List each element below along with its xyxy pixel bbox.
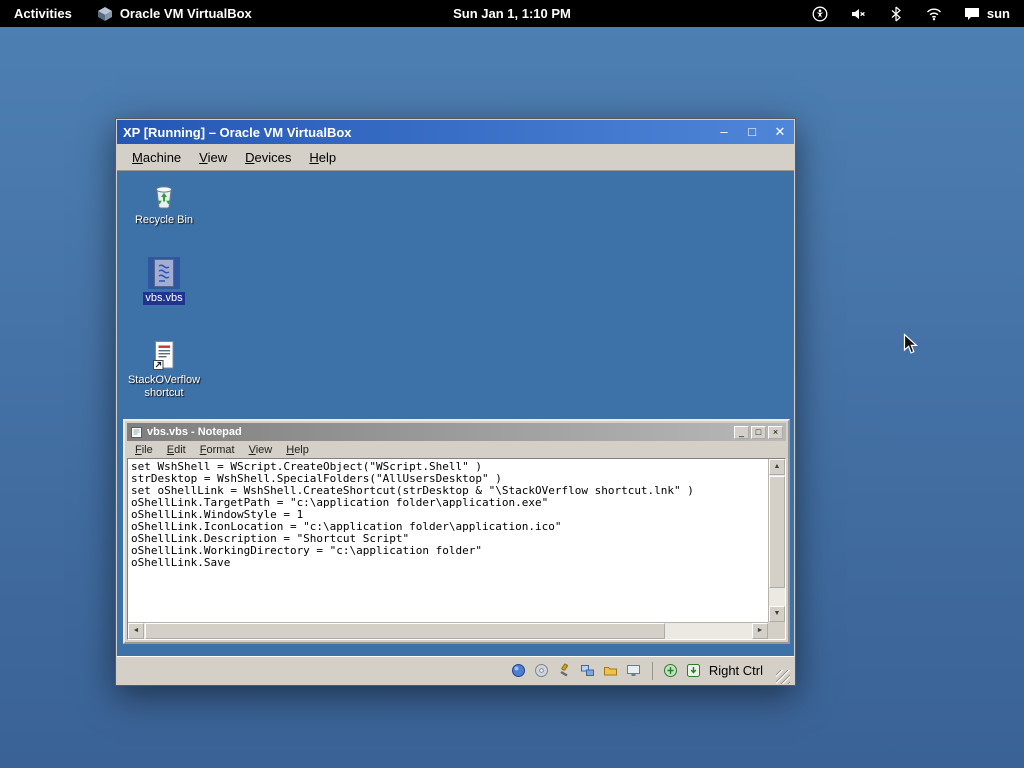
code-line: oShellLink.Save xyxy=(131,557,765,569)
notepad-menubar: File Edit Format View Help xyxy=(127,441,786,458)
scroll-left-icon[interactable]: ◄ xyxy=(128,623,144,639)
mouse-cursor xyxy=(903,333,918,360)
vm-screen[interactable]: Recycle Bin vbs.vbs StackOVerflow shortc… xyxy=(117,171,794,656)
chat-bubble-icon xyxy=(964,7,980,21)
icon-label: vbs.vbs xyxy=(143,292,184,305)
icon-label: StackOVerflow shortcut xyxy=(126,374,202,400)
host-desktop: Activities Oracle VM VirtualBox Sun Jan … xyxy=(0,0,1024,768)
close-icon[interactable]: ✕ xyxy=(772,124,788,140)
scrollbar-corner xyxy=(768,622,785,639)
hostkey-label: Right Ctrl xyxy=(709,663,769,678)
notepad-edit-area[interactable]: set WshShell = WScript.CreateObject("WSc… xyxy=(127,458,786,640)
icon-label: Recycle Bin xyxy=(133,214,195,227)
vbscript-file-icon xyxy=(148,257,180,289)
selection-overlay xyxy=(148,257,180,289)
desktop-icon-stackoverflow-shortcut[interactable]: StackOVerflow shortcut xyxy=(127,339,201,400)
virtualbox-statusbar: Right Ctrl xyxy=(117,656,794,684)
menu-edit[interactable]: Edit xyxy=(161,442,192,458)
wifi-icon[interactable] xyxy=(926,6,942,22)
hostkey-state-icon[interactable] xyxy=(686,663,702,679)
cd-icon[interactable] xyxy=(534,663,550,679)
virtualbox-icon xyxy=(96,5,114,23)
maximize-icon[interactable]: □ xyxy=(744,124,760,140)
recycle-bin-icon xyxy=(148,179,180,211)
virtualbox-menubar: Machine View Devices Help xyxy=(117,144,794,171)
gnome-top-bar: Activities Oracle VM VirtualBox Sun Jan … xyxy=(0,0,1024,27)
menu-help[interactable]: Help xyxy=(280,442,315,458)
clock[interactable]: Sun Jan 1, 1:10 PM xyxy=(453,0,571,27)
focused-app-title: Oracle VM VirtualBox xyxy=(120,6,252,21)
network-icon[interactable] xyxy=(580,663,596,679)
menu-format[interactable]: Format xyxy=(194,442,241,458)
window-title: XP [Running] – Oracle VM VirtualBox xyxy=(123,125,352,140)
notepad-title: vbs.vbs - Notepad xyxy=(147,426,242,438)
vertical-scroll-thumb[interactable] xyxy=(769,476,785,588)
horizontal-scrollbar[interactable]: ◄ ► xyxy=(128,622,768,639)
notepad-text[interactable]: set WshShell = WScript.CreateObject("WSc… xyxy=(128,459,768,622)
menu-view[interactable]: View xyxy=(243,442,279,458)
shortcut-file-icon xyxy=(148,339,180,371)
shared-folders-icon[interactable] xyxy=(603,663,619,679)
close-icon[interactable]: × xyxy=(768,426,783,439)
menu-devices[interactable]: Devices xyxy=(236,146,300,169)
username-label: sun xyxy=(987,6,1010,21)
accessibility-icon[interactable] xyxy=(812,6,828,22)
vertical-scrollbar[interactable]: ▲ ▼ xyxy=(768,459,785,622)
volume-muted-icon[interactable] xyxy=(850,6,866,22)
harddisk-icon[interactable] xyxy=(511,663,527,679)
minimize-icon[interactable]: – xyxy=(716,124,732,140)
activities-button[interactable]: Activities xyxy=(0,0,86,27)
desktop-icon-recycle-bin[interactable]: Recycle Bin xyxy=(127,179,201,227)
mouse-integration-icon[interactable] xyxy=(663,663,679,679)
minimize-icon[interactable]: _ xyxy=(734,426,749,439)
maximize-icon[interactable]: □ xyxy=(751,426,766,439)
scroll-down-icon[interactable]: ▼ xyxy=(769,606,785,622)
usb-icon[interactable] xyxy=(557,663,573,679)
menu-view[interactable]: View xyxy=(190,146,236,169)
notepad-titlebar[interactable]: vbs.vbs - Notepad _ □ × xyxy=(127,423,786,441)
desktop-icon-vbs[interactable]: vbs.vbs xyxy=(127,257,201,305)
focused-app-indicator[interactable]: Oracle VM VirtualBox xyxy=(86,5,262,23)
resize-grip[interactable] xyxy=(776,670,790,684)
menu-file[interactable]: File xyxy=(129,442,159,458)
virtualbox-titlebar[interactable]: XP [Running] – Oracle VM VirtualBox – □ … xyxy=(117,120,794,144)
horizontal-scroll-thumb[interactable] xyxy=(145,623,665,639)
menu-help[interactable]: Help xyxy=(300,146,345,169)
scroll-up-icon[interactable]: ▲ xyxy=(769,459,785,475)
menu-machine[interactable]: Machine xyxy=(123,146,190,169)
bluetooth-icon[interactable] xyxy=(888,6,904,22)
user-menu[interactable]: sun xyxy=(964,6,1010,21)
notepad-window: vbs.vbs - Notepad _ □ × File Edit Format… xyxy=(123,419,790,644)
scroll-right-icon[interactable]: ► xyxy=(752,623,768,639)
notepad-icon xyxy=(130,426,143,439)
virtualbox-window: XP [Running] – Oracle VM VirtualBox – □ … xyxy=(115,118,796,686)
statusbar-separator xyxy=(652,662,653,680)
display-icon[interactable] xyxy=(626,663,642,679)
